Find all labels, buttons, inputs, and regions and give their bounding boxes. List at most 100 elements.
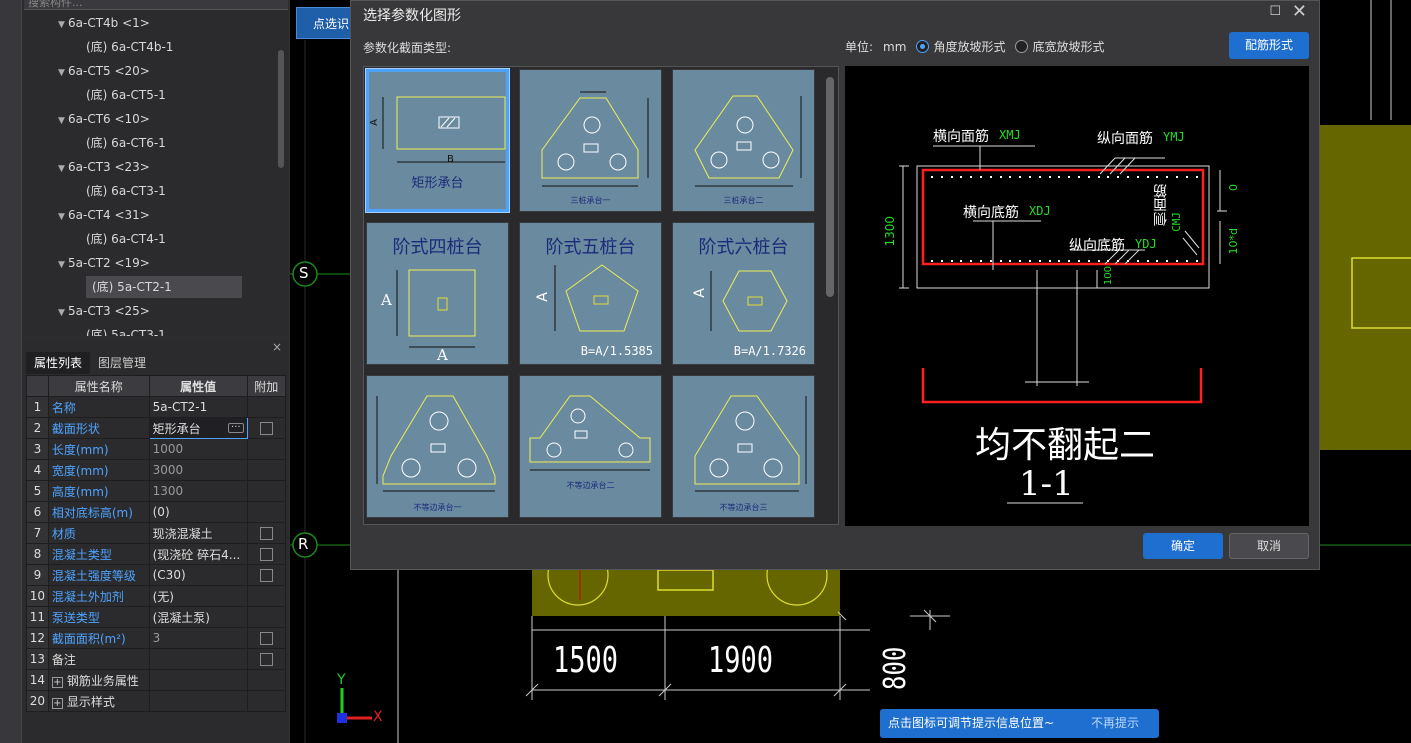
tree-scrollbar[interactable]: [278, 50, 284, 168]
property-value[interactable]: 矩形承台 ···: [148, 417, 248, 439]
shape-tile-five-pile[interactable]: 阶式五桩台 A B=A/1.5385: [519, 222, 662, 365]
tab-property-list[interactable]: 属性列表: [26, 352, 91, 374]
shape-tile-unequal-1[interactable]: 不等边承台一: [366, 375, 509, 518]
ellipsis-button[interactable]: ···: [227, 422, 244, 433]
expand-arrow-icon[interactable]: ▼: [58, 206, 68, 228]
radio-angle-slope-label[interactable]: 角度放坡形式: [933, 38, 1005, 55]
property-row[interactable]: 14 + 钢筋业务属性: [26, 669, 287, 691]
property-row[interactable]: 10 混凝土外加剂 (无): [26, 585, 287, 607]
rebar-form-button[interactable]: 配筋形式: [1229, 32, 1309, 59]
property-value[interactable]: 1300: [148, 480, 248, 502]
extra-checkbox[interactable]: [259, 548, 273, 561]
expand-arrow-icon[interactable]: ▼: [58, 14, 68, 36]
tree-child-item[interactable]: (底) 6a-CT4b-1: [86, 36, 173, 58]
tree-group-item[interactable]: ▼ 6a-CT4b <1>: [58, 12, 150, 34]
property-value[interactable]: [148, 669, 248, 691]
property-value[interactable]: (0): [148, 501, 248, 523]
property-row[interactable]: 8 混凝土类型 (现浇砼 碎石4...: [26, 543, 287, 565]
property-row[interactable]: 12 截面面积(m²) 3: [26, 627, 287, 649]
property-row[interactable]: 1 名称 5a-CT2-1: [26, 396, 287, 418]
property-row[interactable]: 2 截面形状 矩形承台 ···: [26, 417, 287, 439]
tree-child-item[interactable]: (底) 5a-CT2-1: [86, 276, 242, 298]
radio-bottom-width-slope[interactable]: [1015, 40, 1029, 53]
property-value[interactable]: (混凝土泵): [148, 606, 248, 628]
property-row[interactable]: 3 长度(mm) 1000: [26, 438, 287, 460]
property-row[interactable]: 5 高度(mm) 1300: [26, 480, 287, 502]
rebar-dot: [1127, 260, 1129, 262]
property-row[interactable]: 4 宽度(mm) 3000: [26, 459, 287, 481]
tree-group-item[interactable]: ▼ 6a-CT3 <23>: [58, 156, 150, 178]
shape-tile-rect[interactable]: 矩形承台 A B: [365, 68, 510, 213]
property-value[interactable]: 3: [148, 627, 248, 649]
radio-bottom-width-slope-label[interactable]: 底宽放坡形式: [1032, 38, 1104, 55]
property-value[interactable]: (现浇砼 碎石4...: [148, 543, 248, 565]
ok-button[interactable]: 确定: [1143, 533, 1223, 559]
tree-group-item[interactable]: ▼ 6a-CT5 <20>: [58, 60, 150, 82]
shape-tile-unequal-2[interactable]: 不等边承台二: [519, 375, 662, 518]
shape-tile-unequal-3[interactable]: 不等边承台三: [672, 375, 815, 518]
tree-child-item[interactable]: (底) 6a-CT6-1: [86, 132, 166, 154]
expand-plus-icon[interactable]: +: [51, 697, 63, 709]
expand-arrow-icon[interactable]: ▼: [58, 302, 68, 324]
property-value[interactable]: [148, 690, 248, 712]
property-name-text: 相对底标高(m): [51, 505, 133, 520]
tip-bar[interactable]: 点击图标可调节提示信息位置~ 不再提示: [880, 709, 1159, 738]
shape-tile-six-pile[interactable]: 阶式六桩台 A B=A/1.7326: [672, 222, 815, 365]
dismiss-tip-link[interactable]: 不再提示: [1091, 709, 1139, 738]
cancel-button[interactable]: 取消: [1229, 533, 1309, 559]
shape-tile-three-pile-1[interactable]: 三桩承台一: [519, 69, 662, 212]
property-extra: [246, 606, 287, 628]
component-tree[interactable]: 搜索构件... ▼ 6a-CT4b <1> (底) 6a-CT4b-1 ▼ 6a-CT5…: [24, 0, 288, 336]
radio-angle-slope[interactable]: [916, 40, 930, 53]
point-pick-button[interactable]: 点选识: [296, 7, 356, 39]
property-value[interactable]: 1000: [148, 438, 248, 460]
extra-checkbox[interactable]: [259, 632, 273, 645]
tree-search-input[interactable]: 搜索构件...: [24, 0, 288, 10]
tree-child-item[interactable]: (底) 6a-CT3-1: [86, 180, 166, 202]
tree-group-item[interactable]: ▼ 6a-CT6 <10>: [58, 108, 150, 130]
dim-b-label: B: [447, 154, 454, 165]
row-number: 20: [26, 690, 49, 712]
expand-arrow-icon[interactable]: ▼: [58, 158, 68, 180]
extra-checkbox[interactable]: [259, 527, 273, 540]
close-icon[interactable]: ✕: [1292, 1, 1307, 22]
property-row[interactable]: 20 + 显示样式: [26, 690, 287, 712]
expand-arrow-icon[interactable]: ▼: [58, 254, 68, 276]
tree-group-item[interactable]: ▼ 6a-CT4 <31>: [58, 204, 150, 226]
tree-child-item[interactable]: (底) 5a-CT3-1: [86, 324, 166, 336]
extra-checkbox[interactable]: [259, 422, 273, 435]
tree-child-item[interactable]: (底) 6a-CT5-1: [86, 84, 166, 106]
tree-child-item[interactable]: (底) 6a-CT4-1: [86, 228, 166, 250]
property-value[interactable]: (C30): [148, 564, 248, 586]
shape-tile-four-pile[interactable]: 阶式四桩台 A A: [366, 222, 509, 365]
extra-checkbox[interactable]: [259, 653, 273, 666]
expand-arrow-icon[interactable]: ▼: [58, 62, 68, 84]
property-row[interactable]: 9 混凝土强度等级 (C30): [26, 564, 287, 586]
property-row[interactable]: 13 备注: [26, 648, 287, 670]
property-value[interactable]: 3000: [148, 459, 248, 481]
grid-scrollbar[interactable]: [826, 77, 834, 297]
property-name: 混凝土外加剂: [47, 585, 150, 607]
property-row[interactable]: 6 相对底标高(m) (0): [26, 501, 287, 523]
property-value[interactable]: (无): [148, 585, 248, 607]
tree-group-item[interactable]: ▼ 5a-CT3 <25>: [58, 300, 150, 322]
property-row[interactable]: 11 泵送类型 (混凝土泵): [26, 606, 287, 628]
maximize-icon[interactable]: ☐: [1269, 4, 1281, 19]
rebar-dot: [1136, 176, 1139, 178]
expand-plus-icon[interactable]: +: [51, 676, 63, 688]
tab-layer-management[interactable]: 图层管理: [90, 352, 154, 374]
property-value[interactable]: [148, 648, 248, 670]
property-name: 截面形状: [47, 417, 150, 439]
property-extra: [246, 648, 287, 670]
close-icon[interactable]: ×: [272, 340, 282, 354]
extra-checkbox[interactable]: [259, 569, 273, 582]
property-row[interactable]: 7 材质 现浇混凝土: [26, 522, 287, 544]
tree-group-item[interactable]: ▼ 5a-CT2 <19>: [58, 252, 150, 274]
rebar-dot: [940, 260, 943, 262]
property-name: 材质: [47, 522, 150, 544]
property-value[interactable]: 5a-CT2-1: [148, 396, 248, 418]
rebar-dot: [980, 176, 982, 178]
shape-tile-three-pile-2[interactable]: 三桩承台二: [672, 69, 815, 212]
property-value[interactable]: 现浇混凝土: [148, 522, 248, 544]
expand-arrow-icon[interactable]: ▼: [58, 110, 68, 132]
